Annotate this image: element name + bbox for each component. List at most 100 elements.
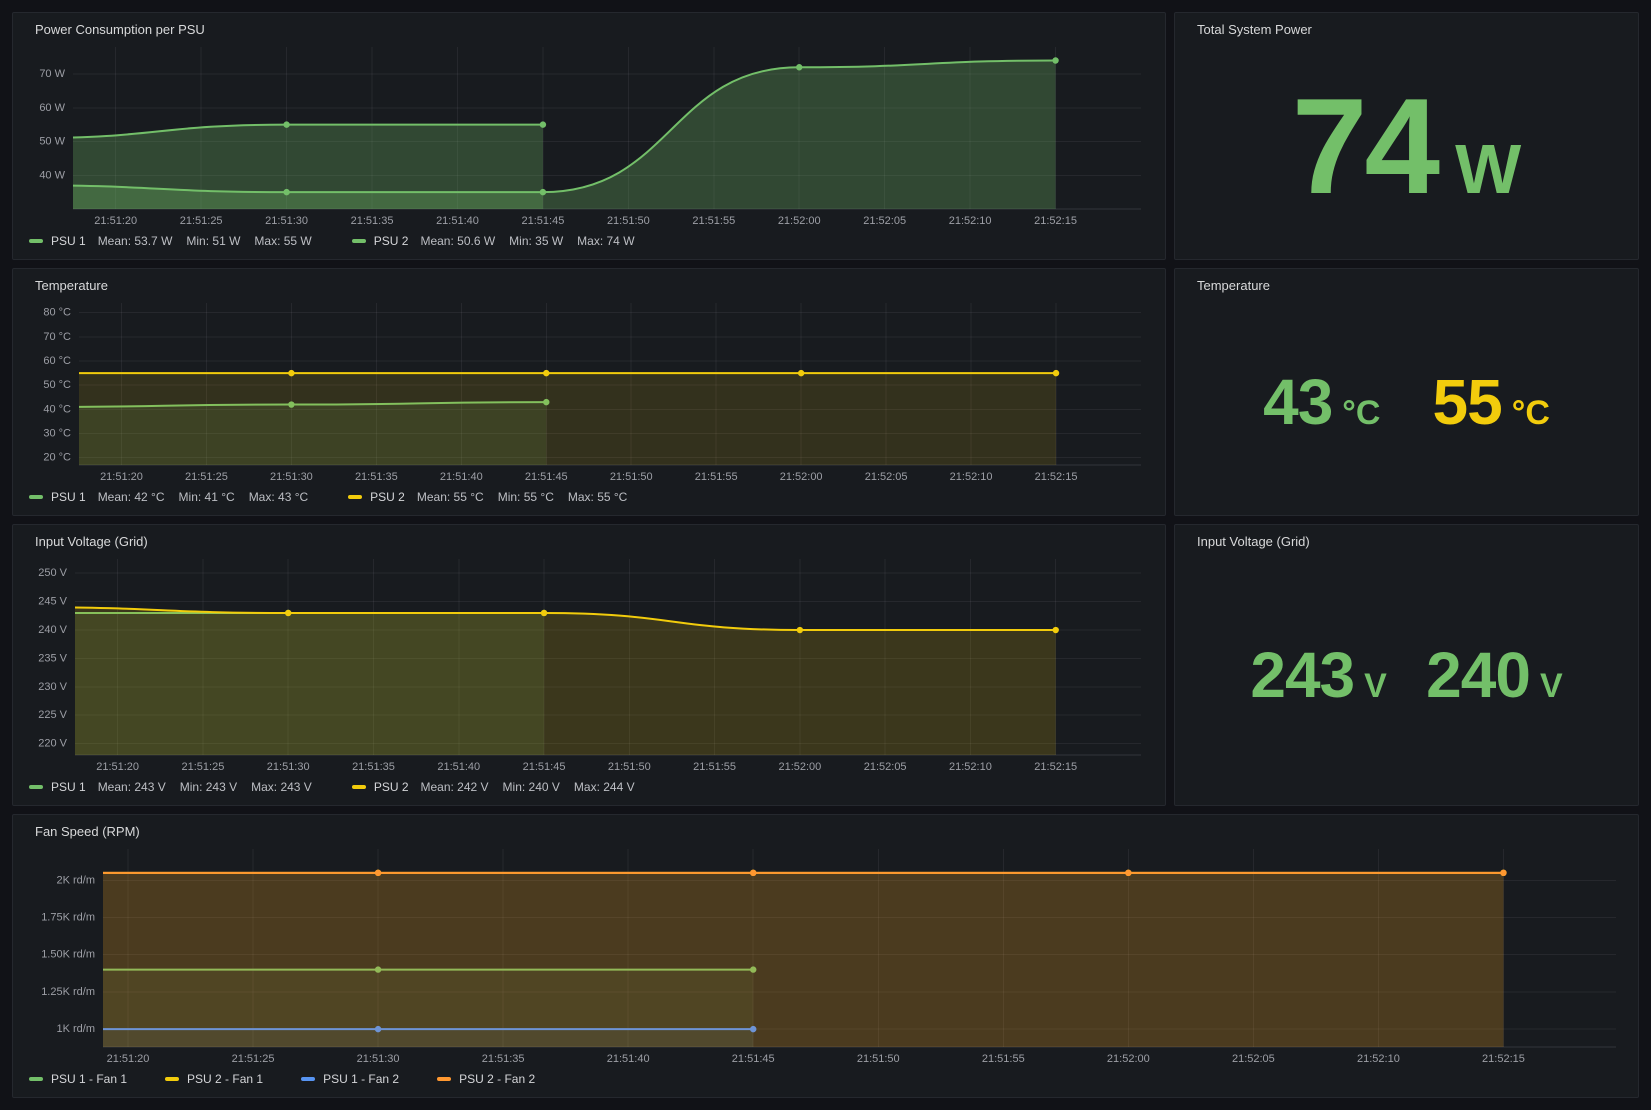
- x-axis-tick-label: 21:52:10: [949, 215, 992, 227]
- y-axis-tick-label: 220 V: [38, 738, 67, 750]
- x-axis-tick-label: 21:51:50: [608, 761, 651, 773]
- x-axis-tick-label: 21:51:30: [357, 1053, 400, 1065]
- legend-item[interactable]: PSU 2Mean: 50.6 WMin: 35 WMax: 74 W: [352, 234, 649, 248]
- x-axis-tick-label: 21:52:00: [778, 215, 821, 227]
- x-axis-tick-label: 21:52:05: [865, 471, 908, 483]
- legend-swatch-icon: [348, 495, 362, 499]
- power-chart[interactable]: 40 W50 W60 W70 W21:51:2021:51:2521:51:30…: [25, 41, 1153, 229]
- legend-swatch-icon: [352, 239, 366, 243]
- series-point: [375, 870, 381, 876]
- series-point: [750, 870, 756, 876]
- x-axis-tick-label: 21:51:45: [522, 215, 565, 227]
- y-axis-tick-label: 1K rd/m: [56, 1023, 95, 1035]
- legend-item[interactable]: PSU 2 - Fan 1: [165, 1072, 275, 1086]
- fan-speed-chart[interactable]: 1K rd/m1.25K rd/m1.50K rd/m1.75K rd/m2K …: [25, 843, 1626, 1067]
- stat-row: 43 °C 55 °C: [1187, 297, 1626, 507]
- series-point: [540, 121, 546, 127]
- y-axis-tick-label: 40 W: [39, 169, 65, 181]
- stat-unit: W: [1455, 134, 1521, 204]
- x-axis-tick-label: 21:51:35: [352, 761, 395, 773]
- x-axis-tick-label: 21:51:25: [180, 215, 223, 227]
- legend-stat: Min: 41 °C: [179, 490, 235, 504]
- legend-item[interactable]: PSU 1 - Fan 1: [29, 1072, 139, 1086]
- legend-stat: Max: 55 W: [254, 234, 311, 248]
- legend-item[interactable]: PSU 1 - Fan 2: [301, 1072, 411, 1086]
- legend-item[interactable]: PSU 2Mean: 242 VMin: 240 VMax: 244 V: [352, 780, 649, 794]
- x-axis-tick-label: 21:52:00: [1107, 1053, 1150, 1065]
- x-axis-tick-label: 21:52:05: [863, 215, 906, 227]
- panel-total-system-power: Total System Power 74 W: [1174, 12, 1639, 260]
- legend-stat: Min: 240 V: [503, 780, 560, 794]
- legend-series-name: PSU 1: [51, 780, 86, 794]
- stat-unit: V: [1364, 669, 1387, 703]
- panel-title: Total System Power: [1197, 21, 1626, 39]
- legend-item[interactable]: PSU 1Mean: 243 VMin: 243 VMax: 243 V: [29, 780, 326, 794]
- y-axis-tick-label: 240 V: [38, 624, 67, 636]
- x-axis-tick-label: 21:51:30: [270, 471, 313, 483]
- x-axis-tick-label: 21:51:30: [265, 215, 308, 227]
- series-point: [285, 610, 291, 616]
- legend-item[interactable]: PSU 2Mean: 55 °CMin: 55 °CMax: 55 °C: [348, 490, 641, 504]
- legend-stat: Max: 243 V: [251, 780, 312, 794]
- voltage-chart[interactable]: 220 V225 V230 V235 V240 V245 V250 V21:51…: [25, 553, 1153, 775]
- x-axis-tick-label: 21:51:40: [607, 1053, 650, 1065]
- stat-value: 55: [1433, 370, 1502, 434]
- legend-stat: Mean: 50.6 W: [420, 234, 495, 248]
- x-axis-tick-label: 21:51:35: [482, 1053, 525, 1065]
- legend-item[interactable]: PSU 2 - Fan 2: [437, 1072, 547, 1086]
- legend-series-name: PSU 2: [374, 780, 409, 794]
- panel-temperature-stat: Temperature 43 °C 55 °C: [1174, 268, 1639, 516]
- panel-input-voltage-stat: Input Voltage (Grid) 243 V 240 V: [1174, 524, 1639, 806]
- x-axis-tick-label: 21:51:45: [525, 471, 568, 483]
- series-point: [27, 182, 33, 188]
- x-axis-tick-label: 21:51:30: [267, 761, 310, 773]
- x-axis-tick-label: 21:51:55: [692, 215, 735, 227]
- legend-series-name: PSU 1: [51, 490, 86, 504]
- x-axis-tick-label: 21:51:50: [610, 471, 653, 483]
- x-axis-tick-label: 21:51:40: [436, 215, 479, 227]
- y-axis-tick-label: 50 W: [39, 136, 65, 148]
- y-axis-tick-label: 230 V: [38, 681, 67, 693]
- legend-stat: Min: 55 °C: [498, 490, 554, 504]
- fan-speed-legend: PSU 1 - Fan 1 PSU 2 - Fan 1 PSU 1 - Fan 2 P…: [29, 1069, 1626, 1089]
- series-area-fill: [37, 373, 1057, 465]
- legend-item[interactable]: PSU 1Mean: 42 °CMin: 41 °CMax: 43 °C: [29, 490, 322, 504]
- x-axis-tick-label: 21:51:20: [96, 761, 139, 773]
- y-axis-tick-label: 50 °C: [43, 379, 71, 391]
- temperature-chart[interactable]: 20 °C30 °C40 °C50 °C60 °C70 °C80 °C21:51…: [25, 297, 1153, 485]
- legend-item[interactable]: PSU 1Mean: 53.7 WMin: 51 WMax: 55 W: [29, 234, 326, 248]
- series-point: [541, 610, 547, 616]
- panel-power-consumption: Power Consumption per PSU 40 W50 W60 W70…: [12, 12, 1166, 260]
- legend-stat: Min: 243 V: [180, 780, 237, 794]
- legend-series-name: PSU 1 - Fan 1: [51, 1072, 127, 1086]
- panel-temperature: Temperature 20 °C30 °C40 °C50 °C60 °C70 …: [12, 268, 1166, 516]
- x-axis-tick-label: 21:51:55: [693, 761, 736, 773]
- stat-unit: °C: [1512, 396, 1550, 430]
- x-axis-tick-label: 21:52:15: [1034, 215, 1077, 227]
- panel-title: Input Voltage (Grid): [1197, 533, 1626, 551]
- stat-row: 74 W: [1187, 41, 1626, 251]
- legend-stat: Max: 55 °C: [568, 490, 627, 504]
- legend-stat: Min: 35 W: [509, 234, 563, 248]
- legend-swatch-icon: [29, 495, 43, 499]
- x-axis-tick-label: 21:52:10: [949, 761, 992, 773]
- legend-stat: Max: 43 °C: [249, 490, 308, 504]
- legend-swatch-icon: [29, 785, 43, 789]
- x-axis-tick-label: 21:51:20: [107, 1053, 150, 1065]
- series-point: [797, 627, 803, 633]
- stat-value: 43: [1263, 370, 1332, 434]
- legend-stat: Max: 244 V: [574, 780, 635, 794]
- x-axis-tick-label: 21:52:00: [780, 471, 823, 483]
- legend-swatch-icon: [165, 1077, 179, 1081]
- y-axis-tick-label: 1.25K rd/m: [41, 986, 95, 998]
- series-point: [796, 64, 802, 70]
- plot-area: [25, 870, 1507, 1047]
- series-point: [1125, 870, 1131, 876]
- x-axis-tick-label: 21:51:25: [182, 761, 225, 773]
- x-axis-tick-label: 21:51:55: [695, 471, 738, 483]
- stat-value: 74: [1292, 78, 1437, 214]
- x-axis-tick-label: 21:51:25: [185, 471, 228, 483]
- legend-swatch-icon: [352, 785, 366, 789]
- psu2-temperature-stat: 55 °C: [1433, 370, 1550, 434]
- panel-title: Input Voltage (Grid): [35, 533, 1153, 551]
